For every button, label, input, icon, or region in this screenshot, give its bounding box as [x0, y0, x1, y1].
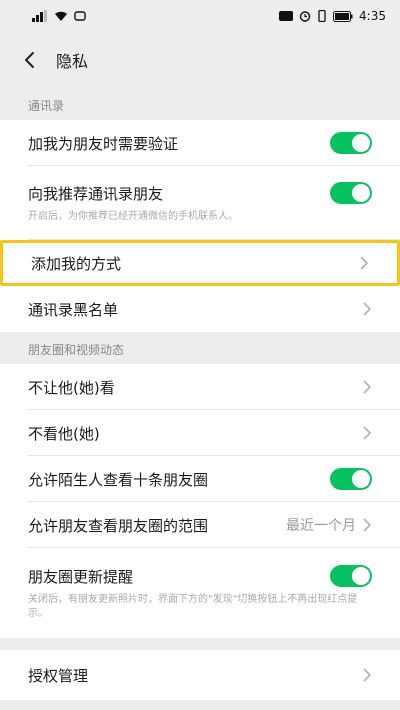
section-gap — [0, 638, 400, 650]
require-verification-row: 加我为朋友时需要验证 — [0, 120, 400, 166]
moments-update-reminder-row: 朋友圈更新提醒 关闭后，有朋友更新照片时，界面下方的"发现"切换按钮上不再出现红… — [0, 548, 400, 638]
stranger-ten-posts-label: 允许陌生人查看十条朋友圈 — [28, 470, 209, 489]
back-arrow-icon[interactable] — [18, 49, 40, 71]
friends-view-range-row[interactable]: 允许朋友查看朋友圈的范围 最近一个月 — [0, 502, 400, 548]
chevron-right-icon — [362, 426, 372, 440]
page-title: 隐私 — [56, 52, 89, 71]
require-verification-label: 加我为朋友时需要验证 — [28, 134, 179, 153]
add-me-methods-label: 添加我的方式 — [31, 254, 122, 273]
contacts-blacklist-row[interactable]: 通讯录黑名单 — [0, 286, 400, 332]
authorization-management-row[interactable]: 授权管理 — [0, 650, 400, 700]
hd-icon — [279, 11, 294, 21]
chevron-right-icon — [362, 668, 372, 682]
require-verification-toggle[interactable] — [330, 132, 372, 154]
stranger-ten-posts-toggle[interactable] — [330, 468, 372, 490]
recommend-contacts-hint: 开启后，为你推荐已经开通微信的手机联系人。 — [28, 211, 238, 222]
hide-their-posts-label: 不看他(她) — [28, 424, 100, 443]
chevron-right-icon — [359, 256, 369, 270]
friends-view-range-value: 最近一个月 — [286, 518, 356, 534]
recommend-contacts-row: 向我推荐通讯录朋友 开启后，为你推荐已经开通微信的手机联系人。 — [0, 166, 400, 240]
chevron-right-icon — [362, 380, 372, 394]
nav-bar: 隐私 — [0, 32, 400, 88]
moments-update-reminder-label: 朋友圈更新提醒 — [28, 567, 134, 586]
hide-my-posts-label: 不让他(她)看 — [28, 378, 115, 397]
vibrate-icon — [317, 10, 327, 22]
friends-view-range-label: 允许朋友查看朋友圈的范围 — [28, 516, 209, 535]
moments-update-reminder-hint: 关闭后，有朋友更新照片时，界面下方的"发现"切换按钮上不再出现红点提示。 — [28, 594, 358, 619]
battery-icon — [333, 10, 353, 22]
auth-group: 授权管理 — [0, 650, 400, 700]
add-me-methods-row[interactable]: 添加我的方式 — [0, 240, 400, 286]
notification-icon — [74, 10, 86, 22]
wifi-icon — [54, 10, 68, 22]
status-time: 4:35 — [359, 9, 386, 23]
contacts-group: 加我为朋友时需要验证 向我推荐通讯录朋友 开启后，为你推荐已经开通微信的手机联系… — [0, 120, 400, 332]
moments-group: 不让他(她)看 不看他(她) 允许陌生人查看十条朋友圈 允许朋友查看朋友圈的范围… — [0, 364, 400, 638]
signal-icon — [32, 10, 48, 22]
stranger-ten-posts-row: 允许陌生人查看十条朋友圈 — [0, 456, 400, 502]
status-bar: 4:35 — [0, 0, 400, 32]
chevron-right-icon — [362, 518, 372, 532]
authorization-management-label: 授权管理 — [28, 666, 89, 685]
hide-their-posts-row[interactable]: 不看他(她) — [0, 410, 400, 456]
recommend-contacts-toggle[interactable] — [330, 182, 372, 204]
section-header-moments: 朋友圈和视频动态 — [28, 343, 125, 357]
alarm-icon — [299, 10, 311, 22]
chevron-right-icon — [362, 302, 372, 316]
moments-update-reminder-toggle[interactable] — [330, 565, 372, 587]
contacts-blacklist-label: 通讯录黑名单 — [28, 300, 119, 319]
hide-my-posts-row[interactable]: 不让他(她)看 — [0, 364, 400, 410]
recommend-contacts-label: 向我推荐通讯录朋友 — [28, 184, 164, 203]
section-header-contacts: 通讯录 — [28, 99, 65, 113]
